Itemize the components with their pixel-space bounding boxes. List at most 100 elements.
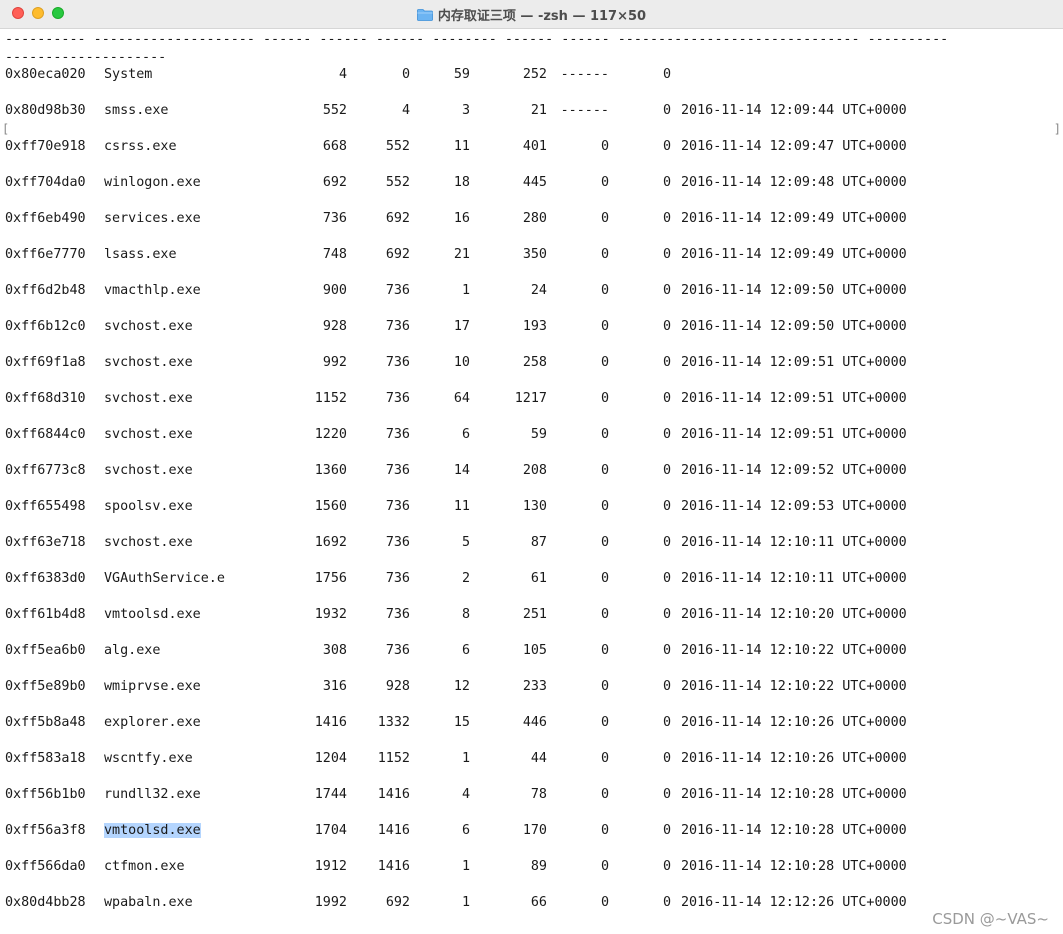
process-sess: 0 [600,283,609,298]
process-ppid: 736 [385,283,410,298]
process-sess: 0 [600,355,609,370]
process-wow64: 0 [662,283,671,298]
process-hnds: 350 [522,247,547,262]
terminal-content[interactable]: ---------- -------------------- ------ -… [0,29,1063,934]
process-thds: 4 [461,787,470,802]
process-thds: 21 [453,247,470,262]
process-row: 0x80eca020 System 4 0 59 252 ------ 0 [5,66,681,84]
process-wow64: 0 [662,751,671,766]
process-row: 0xff6e7770 lsass.exe 748 692 21 350 0 0 2016-11-… [5,246,907,264]
process-pid: 692 [322,175,347,190]
process-thds: 59 [453,67,470,82]
process-hnds: 59 [530,427,547,442]
process-name: ctfmon.exe [104,859,185,874]
process-name: svchost.exe [104,427,193,442]
process-row: 0xff6383d0 VGAuthService.e 1756 736 2 61 0 0 201… [5,570,907,588]
process-offset: 0xff6b12c0 [5,319,86,334]
process-ppid: 4 [401,103,410,118]
process-wow64: 0 [662,427,671,442]
process-ppid: 692 [385,211,410,226]
process-ppid: 552 [385,139,410,154]
process-hnds: 252 [522,67,547,82]
process-name: svchost.exe [104,463,193,478]
process-wow64: 0 [662,643,671,658]
process-pid: 668 [322,139,347,154]
process-thds: 3 [461,103,470,118]
process-ppid: 736 [385,427,410,442]
process-offset: 0xff5e89b0 [5,679,86,694]
process-pid: 900 [322,283,347,298]
process-start: 2016-11-14 12:09:47 UTC+0000 [681,139,907,154]
process-row: 0xff5b8a48 explorer.exe 1416 1332 15 446 0 0 201… [5,714,907,732]
process-offset: 0xff6d2b48 [5,283,86,298]
process-start: 2016-11-14 12:09:51 UTC+0000 [681,355,907,370]
process-name: System [104,67,153,82]
process-wow64: 0 [662,535,671,550]
process-start: 2016-11-14 12:10:26 UTC+0000 [681,751,907,766]
process-sess: 0 [600,535,609,550]
process-wow64: 0 [662,571,671,586]
process-start: 2016-11-14 12:09:50 UTC+0000 [681,283,907,298]
process-pid: 1204 [314,751,347,766]
process-ppid: 736 [385,643,410,658]
process-start: 2016-11-14 12:10:11 UTC+0000 [681,571,907,586]
process-thds: 6 [461,823,470,838]
process-ppid: 736 [385,463,410,478]
process-sess: 0 [600,823,609,838]
process-hnds: 61 [530,571,547,586]
process-offset: 0xff70e918 [5,139,86,154]
process-start: 2016-11-14 12:09:44 UTC+0000 [681,103,907,118]
process-thds: 64 [453,391,470,406]
process-sess: 0 [600,607,609,622]
separator-line-2: -------------------- [5,50,167,65]
window-title: 内存取证三项 — -zsh — 117×50 [437,9,647,24]
process-pid: 1704 [314,823,347,838]
process-thds: 14 [453,463,470,478]
process-name: winlogon.exe [104,175,201,190]
process-pid: 4 [338,67,347,82]
process-ppid: 1416 [377,787,410,802]
process-hnds: 445 [522,175,547,190]
process-hnds: 24 [530,283,547,298]
process-ppid: 1332 [377,715,410,730]
process-ppid: 1416 [377,823,410,838]
process-wow64: 0 [662,607,671,622]
process-name: wpabaln.exe [104,895,193,910]
process-row: 0xff63e718 svchost.exe 1692 736 5 87 0 0 2016-11… [5,534,907,552]
process-row: 0xff655498 spoolsv.exe 1560 736 11 130 0 0 2016-… [5,498,907,516]
process-thds: 8 [461,607,470,622]
process-start: 2016-11-14 12:10:11 UTC+0000 [681,535,907,550]
process-start: 2016-11-14 12:09:51 UTC+0000 [681,391,907,406]
process-hnds: 170 [522,823,547,838]
title-bar[interactable]: 内存取证三项 — -zsh — 117×50 [0,0,1063,29]
process-ppid: 1152 [377,751,410,766]
process-thds: 6 [461,427,470,442]
process-pid: 1360 [314,463,347,478]
process-thds: 17 [453,319,470,334]
process-hnds: 66 [530,895,547,910]
process-row: 0xff56b1b0 rundll32.exe 1744 1416 4 78 0 0 2016-… [5,786,907,804]
process-wow64: 0 [662,103,671,118]
process-thds: 10 [453,355,470,370]
process-pid: 992 [322,355,347,370]
process-sess: 0 [600,643,609,658]
process-name: rundll32.exe [104,787,201,802]
process-sess: ------ [560,103,609,118]
process-thds: 1 [461,751,470,766]
process-start: 2016-11-14 12:09:49 UTC+0000 [681,211,907,226]
process-start: 2016-11-14 12:09:52 UTC+0000 [681,463,907,478]
process-hnds: 208 [522,463,547,478]
process-pid: 1692 [314,535,347,550]
process-row: 0xff6d2b48 vmacthlp.exe 900 736 1 24 0 0 2016-11… [5,282,907,300]
process-wow64: 0 [662,139,671,154]
process-wow64: 0 [662,823,671,838]
process-start: 2016-11-14 12:10:20 UTC+0000 [681,607,907,622]
process-ppid: 736 [385,319,410,334]
process-name: wscntfy.exe [104,751,193,766]
process-start: 2016-11-14 12:12:26 UTC+0000 [681,895,907,910]
process-offset: 0xff6383d0 [5,571,86,586]
process-thds: 15 [453,715,470,730]
process-name: spoolsv.exe [104,499,193,514]
process-wow64: 0 [662,859,671,874]
process-row: 0x80d4bb28 wpabaln.exe 1992 692 1 66 0 0 2016-11… [5,894,907,912]
